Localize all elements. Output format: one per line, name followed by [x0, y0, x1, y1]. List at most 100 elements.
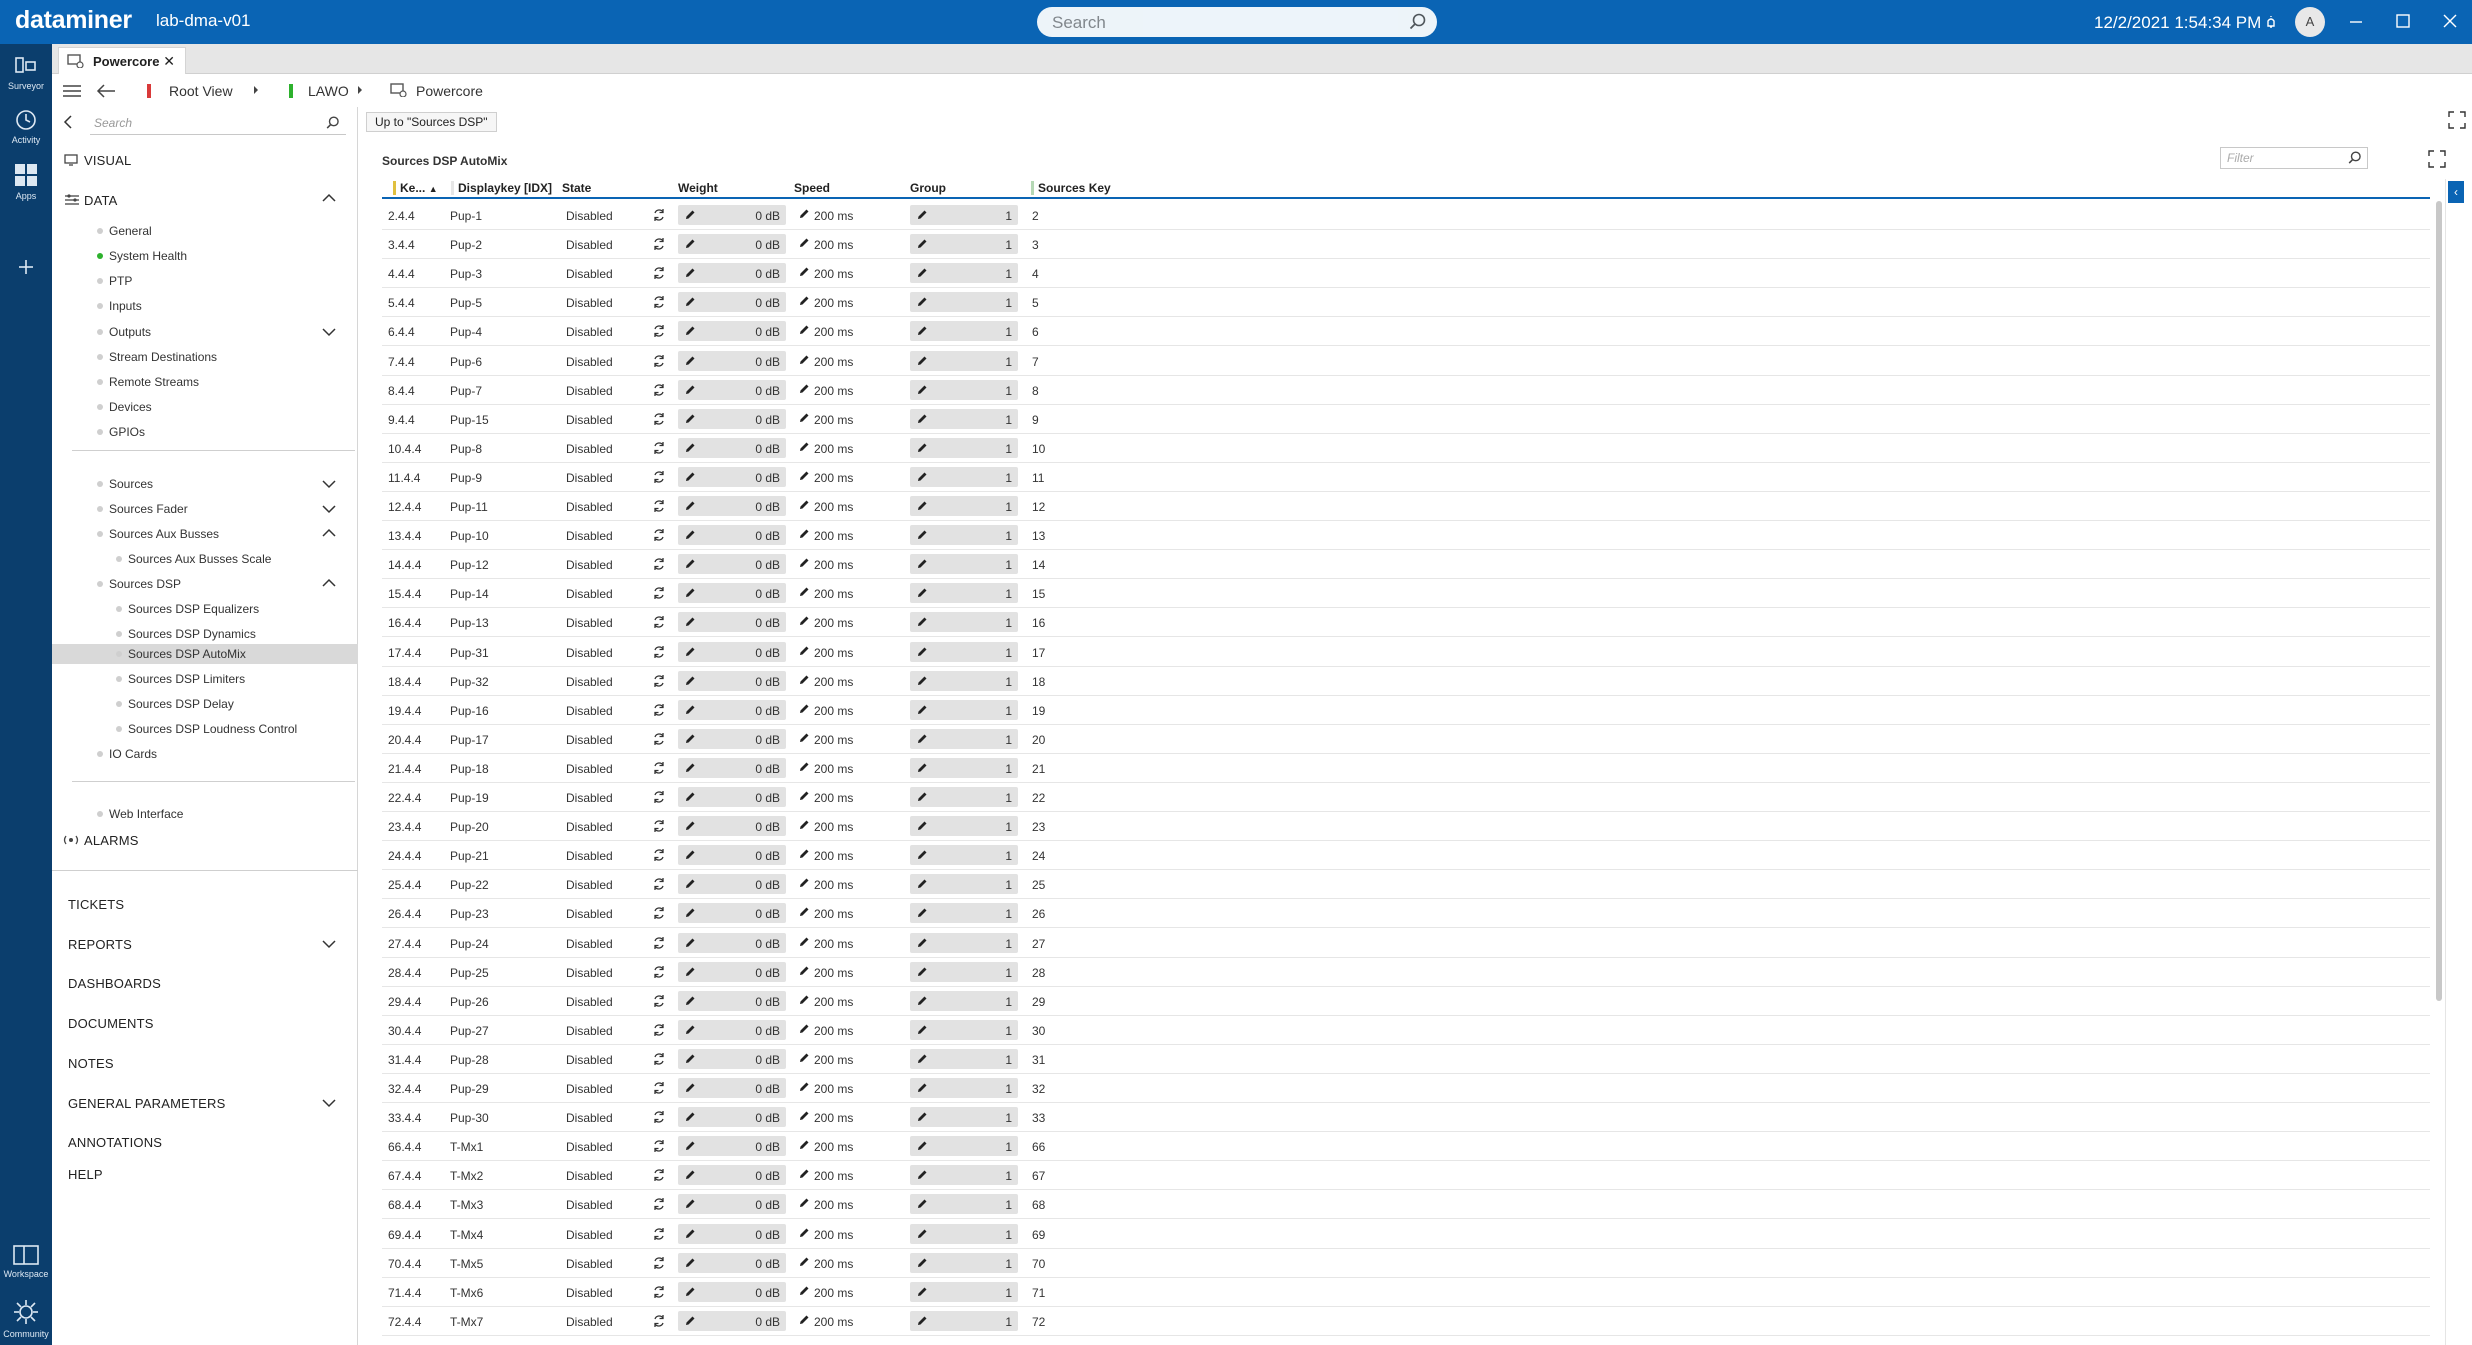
edit-pencil-icon[interactable]: [684, 704, 696, 716]
edit-pencil-icon[interactable]: [798, 237, 810, 249]
edit-pencil-icon[interactable]: [916, 209, 928, 221]
module-tickets[interactable]: TICKETS: [68, 897, 124, 912]
weight-edit-field[interactable]: 0 dB: [678, 466, 786, 487]
weight-edit-field[interactable]: 0 dB: [678, 1223, 786, 1244]
refresh-icon[interactable]: [652, 645, 666, 659]
edit-pencil-icon[interactable]: [798, 208, 810, 220]
edit-pencil-icon[interactable]: [798, 412, 810, 424]
edit-pencil-icon[interactable]: [798, 1314, 810, 1326]
edit-pencil-icon[interactable]: [798, 528, 810, 540]
tree-item-devices[interactable]: Devices: [97, 400, 152, 414]
table-row[interactable]: 9.4.4 Pup-15 Disabled 0 dB 200 ms 1 9: [382, 405, 2430, 434]
tree-item-sources[interactable]: Sources: [96, 477, 153, 491]
group-edit-field[interactable]: 1: [910, 350, 1018, 371]
table-row[interactable]: 22.4.4 Pup-19 Disabled 0 dB 200 ms 1 22: [382, 783, 2430, 812]
module-reports[interactable]: REPORTS: [68, 937, 132, 952]
edit-pencil-icon[interactable]: [916, 355, 928, 367]
edit-pencil-icon[interactable]: [798, 1081, 810, 1093]
back-icon[interactable]: [96, 83, 116, 99]
group-edit-field[interactable]: 1: [910, 525, 1018, 546]
edit-pencil-icon[interactable]: [798, 441, 810, 453]
maximize-icon[interactable]: [2394, 12, 2412, 30]
group-edit-field[interactable]: 1: [910, 670, 1018, 691]
weight-edit-field[interactable]: 0 dB: [678, 874, 786, 895]
weight-edit-field[interactable]: 0 dB: [678, 205, 786, 225]
weight-edit-field[interactable]: 0 dB: [678, 757, 786, 778]
edit-pencil-icon[interactable]: [798, 295, 810, 307]
fullscreen-icon[interactable]: [2448, 111, 2466, 129]
edit-pencil-icon[interactable]: [684, 267, 696, 279]
edit-pencil-icon[interactable]: [684, 500, 696, 512]
refresh-icon[interactable]: [652, 1256, 666, 1270]
refresh-icon[interactable]: [652, 499, 666, 513]
edit-pencil-icon[interactable]: [798, 790, 810, 802]
edit-pencil-icon[interactable]: [798, 965, 810, 977]
edit-pencil-icon[interactable]: [916, 558, 928, 570]
edit-pencil-icon[interactable]: [798, 1227, 810, 1239]
group-edit-field[interactable]: 1: [910, 496, 1018, 516]
group-edit-field[interactable]: 1: [910, 1078, 1018, 1098]
edit-pencil-icon[interactable]: [916, 791, 928, 803]
weight-edit-field[interactable]: 0 dB: [678, 816, 786, 837]
refresh-icon[interactable]: [652, 586, 666, 600]
edit-pencil-icon[interactable]: [798, 1052, 810, 1064]
group-edit-field[interactable]: 1: [910, 263, 1018, 284]
weight-edit-field[interactable]: 0 dB: [678, 554, 786, 575]
breadcrumb-lawo[interactable]: LAWO: [308, 83, 349, 99]
tree-item-dsp-limiters[interactable]: Sources DSP Limiters: [115, 672, 245, 686]
group-edit-field[interactable]: 1: [910, 699, 1018, 720]
refresh-icon[interactable]: [652, 674, 666, 688]
weight-edit-field[interactable]: 0 dB: [678, 787, 786, 807]
edit-pencil-icon[interactable]: [798, 1023, 810, 1035]
refresh-icon[interactable]: [652, 906, 666, 920]
chevron-up-icon[interactable]: [322, 528, 336, 538]
table-row[interactable]: 24.4.4 Pup-21 Disabled 0 dB 200 ms 1 24: [382, 841, 2430, 871]
edit-pencil-icon[interactable]: [684, 995, 696, 1007]
edit-pencil-icon[interactable]: [916, 1169, 928, 1181]
weight-edit-field[interactable]: 0 dB: [678, 408, 786, 429]
edit-pencil-icon[interactable]: [684, 733, 696, 745]
nav-add[interactable]: [0, 254, 52, 283]
group-edit-field[interactable]: 1: [910, 1019, 1018, 1040]
edit-pencil-icon[interactable]: [798, 1110, 810, 1122]
column-header-speed[interactable]: Speed: [794, 181, 830, 195]
weight-edit-field[interactable]: 0 dB: [678, 263, 786, 284]
table-row[interactable]: 16.4.4 Pup-13 Disabled 0 dB 200 ms 1 16: [382, 608, 2430, 638]
refresh-icon[interactable]: [652, 732, 666, 746]
edit-pencil-icon[interactable]: [916, 1286, 928, 1298]
column-header-weight[interactable]: Weight: [678, 181, 718, 195]
edit-pencil-icon[interactable]: [798, 354, 810, 366]
edit-pencil-icon[interactable]: [684, 1228, 696, 1240]
edit-pencil-icon[interactable]: [684, 646, 696, 658]
weight-edit-field[interactable]: 0 dB: [678, 612, 786, 633]
weight-edit-field[interactable]: 0 dB: [678, 1136, 786, 1157]
edit-pencil-icon[interactable]: [684, 587, 696, 599]
refresh-icon[interactable]: [652, 615, 666, 629]
section-data[interactable]: DATA: [84, 193, 118, 208]
edit-pencil-icon[interactable]: [798, 470, 810, 482]
search-icon[interactable]: [2348, 151, 2362, 165]
edit-pencil-icon[interactable]: [916, 616, 928, 628]
edit-pencil-icon[interactable]: [798, 615, 810, 627]
chevron-right-icon[interactable]: [356, 85, 364, 95]
edit-pencil-icon[interactable]: [916, 966, 928, 978]
edit-pencil-icon[interactable]: [798, 1197, 810, 1209]
tree-item-web-interface[interactable]: Web Interface: [96, 807, 183, 821]
tree-item-dsp-delay[interactable]: Sources DSP Delay: [116, 697, 234, 711]
edit-pencil-icon[interactable]: [916, 471, 928, 483]
edit-pencil-icon[interactable]: [916, 1082, 928, 1094]
edit-pencil-icon[interactable]: [916, 1228, 928, 1240]
edit-pencil-icon[interactable]: [684, 791, 696, 803]
refresh-icon[interactable]: [652, 994, 666, 1008]
edit-pencil-icon[interactable]: [916, 1140, 928, 1152]
table-row[interactable]: 10.4.4 Pup-8 Disabled 0 dB 200 ms 1 10: [382, 434, 2430, 463]
avatar[interactable]: A: [2295, 7, 2325, 37]
table-row[interactable]: 21.4.4 Pup-18 Disabled 0 dB 200 ms 1 21: [382, 754, 2430, 783]
edit-pencil-icon[interactable]: [798, 732, 810, 744]
edit-pencil-icon[interactable]: [798, 1256, 810, 1268]
group-edit-field[interactable]: 1: [910, 932, 1018, 953]
group-edit-field[interactable]: 1: [910, 990, 1018, 1011]
edit-pencil-icon[interactable]: [916, 937, 928, 949]
edit-pencil-icon[interactable]: [916, 704, 928, 716]
edit-pencil-icon[interactable]: [916, 1111, 928, 1123]
